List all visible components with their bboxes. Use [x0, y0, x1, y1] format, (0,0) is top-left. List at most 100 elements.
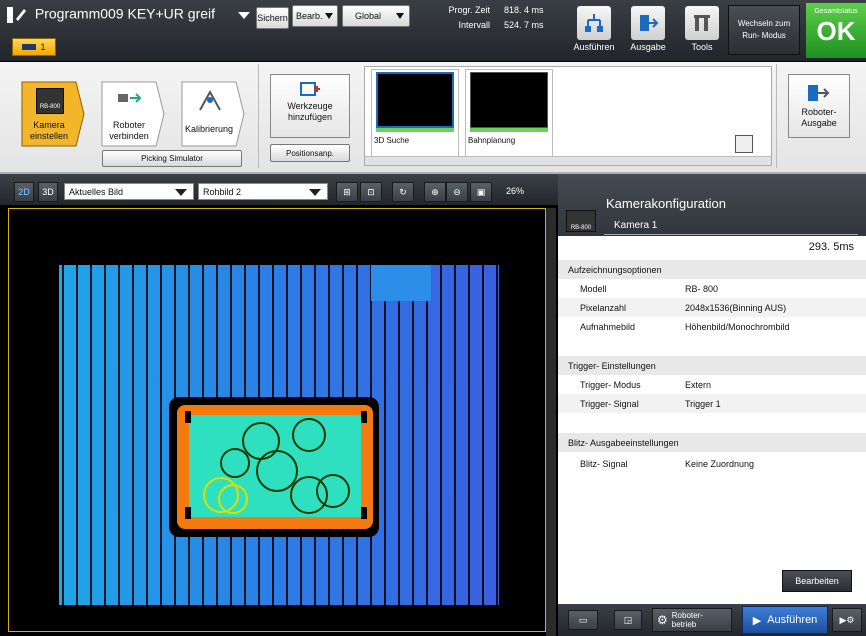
config-row: Trigger- Signal Trigger 1	[558, 394, 866, 413]
fit-screen-icon[interactable]: ▣	[470, 182, 492, 202]
tools-button[interactable]: Tools	[676, 2, 728, 58]
picking-simulator-button[interactable]: Picking Simulator	[102, 150, 242, 167]
step-label: Kalibrierung	[184, 124, 234, 134]
mode-2d-button[interactable]: 2D	[14, 182, 34, 202]
tool-label: Ausführen	[573, 42, 615, 52]
run-button[interactable]: ▶ Ausführen	[742, 606, 828, 634]
panel-header: RB-800 Kamerakonfiguration Kamera 1 293.…	[558, 174, 866, 260]
divider	[604, 234, 858, 235]
robot-op-icon: ⚙	[657, 613, 668, 627]
config-value: Höhenbild/Monochrombild	[685, 321, 790, 332]
scope-dropdown[interactable]: Global	[342, 5, 410, 27]
grid-icon[interactable]: ⊞	[336, 182, 358, 202]
image-source-value: Aktuelles Bild	[69, 186, 124, 197]
divider	[776, 64, 777, 168]
config-value: Keine Zuordnung	[685, 458, 755, 469]
camera-badge: RB-800	[39, 104, 61, 110]
output-icon	[631, 6, 665, 40]
tool-label: Tools	[691, 42, 713, 52]
chevron-down-icon	[238, 12, 250, 19]
stat-value: 524. 7 ms	[504, 20, 544, 30]
tool-strip-scrollbar[interactable]	[365, 156, 771, 165]
total-status-indicator: Gesamtstatus OK	[806, 3, 866, 58]
scope-label: Global	[355, 11, 382, 21]
program-name: Programm009 KEY+UR greif	[34, 5, 216, 22]
robot-operation-button[interactable]: ⚙ Roboter- betrieb	[652, 608, 732, 632]
stat-value: 818. 4 ms	[504, 5, 544, 15]
config-key: Aufnahmebild	[580, 321, 636, 332]
height-map-image	[59, 265, 499, 605]
edit-dropdown[interactable]: Bearb.	[292, 5, 338, 27]
refresh-icon[interactable]: ↻	[392, 182, 414, 202]
config-key: Modell	[580, 283, 607, 294]
edit-label: Bearb.	[296, 11, 323, 21]
add-tools-button[interactable]: Werkzeuge hinzufügen	[270, 74, 350, 138]
config-value: 2048x1536(Binning AUS)	[685, 302, 787, 313]
bottom-toolbar: ▭ ◲ ⚙ Roboter- betrieb ▶ Ausführen ▶⚙	[558, 604, 866, 636]
section-header: Blitz- Ausgabeeinstellungen	[558, 433, 866, 452]
robot-output-button[interactable]: Roboter- Ausgabe	[788, 74, 850, 138]
mode-3d-button[interactable]: 3D	[38, 182, 58, 202]
run-label: Ausführen	[767, 614, 818, 626]
position-adjust-button[interactable]: Positionsanp.	[270, 144, 350, 162]
image-type-value: Rohbild 2	[203, 186, 242, 197]
tool-thumb-path-planning[interactable]: Bahnplanung	[465, 69, 553, 157]
zoom-in-icon[interactable]: ⊕	[424, 182, 446, 202]
config-row: Blitz- Signal Keine Zuordnung	[558, 454, 866, 473]
thumb-preview	[470, 72, 548, 128]
thumb-status-bar	[376, 128, 454, 132]
camera-config-panel: RB-800 Kamerakonfiguration Kamera 1 293.…	[558, 174, 866, 636]
config-value: Trigger 1	[685, 398, 721, 409]
workflow-ribbon: RB-800 Kamera einstellen Roboter verbind…	[0, 62, 866, 174]
film-strip-icon[interactable]: ▭	[568, 610, 598, 630]
top-bar: Programm009 KEY+UR greif Sichern Bearb. …	[0, 0, 866, 62]
section-title: Aufzeichnungsoptionen	[568, 264, 662, 275]
tab-label: 1	[40, 42, 46, 52]
camera-icon: RB-800	[566, 210, 596, 232]
chevron-down-icon	[175, 189, 187, 196]
chevron-down-icon	[396, 13, 404, 19]
step-camera-setup[interactable]: RB-800 Kamera einstellen	[20, 80, 85, 147]
run-tool-button[interactable]: Ausführen	[568, 2, 620, 58]
image-viewer: 2D 3D Aktuelles Bild Rohbild 2 ⊞ ⊡ ↻ ⊕ ⊖…	[0, 174, 558, 636]
zoom-out-icon[interactable]: ⊖	[446, 182, 468, 202]
robot-output-label: Roboter- Ausgabe	[801, 107, 837, 128]
zoom-level: 26%	[506, 186, 525, 196]
robot-output-icon	[806, 81, 832, 105]
play-icon: ▶	[752, 614, 762, 627]
settings-run-icon[interactable]: ▶⚙	[832, 608, 862, 632]
total-status-value: OK	[816, 16, 856, 46]
save-button[interactable]: Sichern	[256, 7, 289, 29]
stat-label: Intervall	[458, 20, 490, 30]
tool-thumb-3d-search[interactable]: 3D Suche	[371, 69, 459, 157]
tool-label: Ausgabe	[630, 42, 666, 52]
output-tool-button[interactable]: Ausgabe	[622, 2, 674, 58]
image-source-select[interactable]: Aktuelles Bild	[64, 183, 194, 200]
stat-label: Progr. Zeit	[448, 5, 490, 15]
camera-badge: RB-800	[570, 225, 592, 231]
image-type-select[interactable]: Rohbild 2	[198, 183, 328, 200]
window-icon[interactable]: ◲	[614, 610, 642, 630]
flowchart-icon	[577, 6, 611, 40]
lock-image-icon[interactable]: ⊡	[360, 182, 382, 202]
tab-1[interactable]: 1	[12, 38, 56, 56]
panel-title: Kamerakonfiguration	[606, 196, 726, 211]
step-calibration[interactable]: Kalibrierung	[180, 80, 245, 147]
config-key: Pixelanzahl	[580, 302, 627, 313]
thumb-label: 3D Suche	[374, 136, 410, 145]
timing-stats: Progr. Zeit 818. 4 ms Intervall 524. 7 ms	[424, 3, 556, 33]
expand-icon[interactable]	[735, 135, 753, 153]
edit-config-button[interactable]: Bearbeiten	[782, 570, 852, 592]
config-row: Trigger- Modus Extern	[558, 375, 866, 394]
viewer-scrollbar[interactable]	[546, 208, 556, 636]
camera-image[interactable]	[8, 208, 546, 632]
step-robot-connect[interactable]: Roboter verbinden	[100, 80, 165, 147]
switch-run-mode-button[interactable]: Wechseln zum Run- Modus	[728, 5, 800, 55]
add-tool-icon	[299, 81, 321, 99]
config-row: Modell RB- 800	[558, 279, 866, 298]
camera-tab-icon	[22, 44, 37, 50]
calibration-icon	[196, 88, 224, 114]
config-key: Trigger- Modus	[580, 379, 641, 390]
program-selector[interactable]: Programm009 KEY+UR greif	[6, 5, 254, 29]
step-label: Kamera einstellen	[29, 120, 69, 141]
